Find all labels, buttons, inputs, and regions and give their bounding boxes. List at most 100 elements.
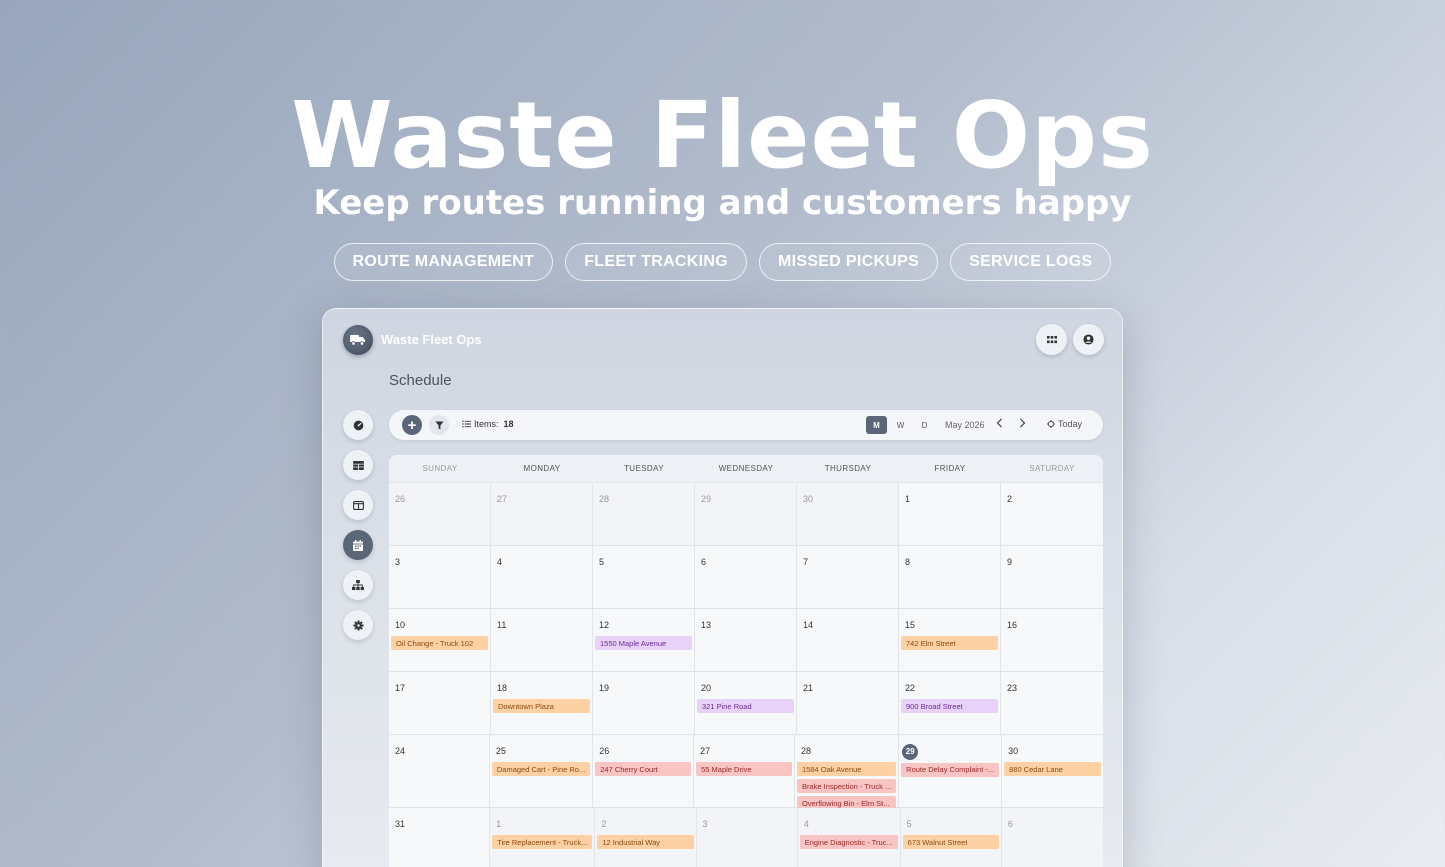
calendar-event[interactable]: 900 Broad Street — [901, 699, 998, 713]
calendar-day[interactable]: 22 900 Broad Street — [899, 672, 1001, 734]
calendar-day[interactable]: 3 — [696, 808, 798, 867]
sidebar-item-hierarchy[interactable] — [343, 570, 373, 600]
account-button[interactable] — [1073, 324, 1104, 355]
calendar-day[interactable]: 13 — [695, 609, 797, 671]
calendar-day[interactable]: 24 — [389, 735, 490, 810]
calendar-day[interactable]: 1 Tire Replacement - Truck... — [490, 808, 596, 867]
prev-month-button[interactable] — [996, 417, 1003, 431]
calendar-day[interactable]: 6 — [1001, 808, 1103, 867]
day-number: 4 — [803, 819, 809, 829]
chevron-right-icon — [1020, 418, 1026, 428]
calendar-day[interactable]: 19 — [593, 672, 695, 734]
sidebar-item-board[interactable] — [343, 490, 373, 520]
calendar-day[interactable]: 17 — [389, 672, 491, 734]
day-number: 22 — [905, 683, 916, 693]
view-week-button[interactable]: W — [890, 416, 911, 434]
calendar-day[interactable]: 5 — [593, 546, 695, 608]
day-number: 31 — [395, 819, 406, 829]
calendar-day[interactable]: 15 742 Elm Street — [899, 609, 1001, 671]
calendar-day[interactable]: 16 — [1001, 609, 1103, 671]
calendar-day[interactable]: 10 Oil Change - Truck 102 — [389, 609, 491, 671]
calendar-day[interactable]: 28 1584 Oak Avenue Brake Inspection - Truc… — [795, 735, 900, 810]
weekday-saturday: SATURDAY — [1029, 464, 1075, 473]
sidebar-item-table[interactable] — [343, 450, 373, 480]
day-number: 28 — [800, 746, 811, 756]
calendar-day[interactable]: 4 — [491, 546, 593, 608]
calendar-day[interactable]: 11 — [491, 609, 593, 671]
calendar-day[interactable]: 2 — [1001, 483, 1103, 545]
filter-button[interactable] — [429, 415, 449, 435]
day-number: 17 — [395, 683, 406, 693]
event-title: 742 Elm Street — [906, 638, 956, 648]
calendar-event[interactable]: Engine Diagnostic - Truc... — [799, 835, 898, 849]
calendar-event[interactable]: 880 Cedar Lane — [1004, 762, 1101, 776]
calendar-event[interactable]: 1584 Oak Avenue — [796, 762, 897, 776]
calendar-day[interactable]: 5 673 Walnut Street — [900, 808, 1002, 867]
calendar-day[interactable]: 29 Route Delay Complaint -... — [899, 735, 1003, 810]
event-title: 1550 Maple Avenue — [600, 638, 667, 648]
calendar-event[interactable]: Tire Replacement - Truck... — [492, 835, 593, 849]
calendar-day[interactable]: 6 — [695, 546, 797, 608]
calendar-day[interactable]: 18 Downtown Plaza — [491, 672, 593, 734]
calendar-event[interactable]: Downtown Plaza — [493, 699, 590, 713]
calendar-day[interactable]: 3 — [389, 546, 491, 608]
calendar-event[interactable]: Route Delay Complaint -... — [901, 762, 1000, 777]
calendar-day[interactable]: 30 880 Cedar Lane — [1002, 735, 1103, 810]
day-number: 5 — [599, 557, 605, 567]
day-number: 11 — [497, 620, 507, 630]
view-month-button[interactable]: M — [866, 416, 887, 434]
calendar-day[interactable]: 30 — [797, 483, 899, 545]
calendar-event[interactable]: 1550 Maple Avenue — [595, 636, 692, 650]
view-day-button[interactable]: D — [914, 416, 935, 434]
calendar-day[interactable]: 25 Damaged Cart - Pine Ro... — [490, 735, 594, 810]
apps-button[interactable] — [1036, 324, 1067, 355]
calendar-event[interactable]: 55 Maple Drive — [696, 762, 792, 776]
pill-route-management: ROUTE MANAGEMENT — [333, 243, 554, 281]
calendar-day[interactable]: 7 — [797, 546, 899, 608]
sidebar-item-dashboard[interactable] — [343, 410, 373, 440]
calendar-event[interactable]: Oil Change - Truck 102 — [391, 636, 488, 650]
event-title: 12 Industrial Way — [602, 837, 661, 847]
calendar-day[interactable]: 23 — [1001, 672, 1103, 734]
calendar-day[interactable]: 4 Engine Diagnostic - Truc... — [797, 808, 901, 867]
next-month-button[interactable] — [1019, 417, 1026, 431]
calendar-day[interactable]: 26 — [389, 483, 491, 545]
day-number: 6 — [701, 557, 707, 567]
calendar-event[interactable]: 673 Walnut Street — [902, 835, 999, 849]
calendar-day[interactable]: 21 — [797, 672, 899, 734]
calendar-event[interactable]: 12 Industrial Way — [597, 835, 694, 849]
day-number: 26 — [599, 746, 610, 756]
sidebar-item-settings[interactable] — [343, 610, 373, 640]
calendar-day[interactable]: 20 321 Pine Road — [695, 672, 797, 734]
app-logo[interactable] — [343, 325, 373, 355]
calendar-event[interactable]: 742 Elm Street — [901, 636, 998, 650]
calendar-event[interactable]: 247 Cherry Court — [595, 762, 692, 776]
calendar-day[interactable]: 9 — [1001, 546, 1103, 608]
calendar-event[interactable]: Damaged Cart - Pine Ro... — [491, 762, 591, 776]
calendar-day[interactable]: 27 — [491, 483, 593, 545]
calendar-day[interactable]: 8 — [899, 546, 1001, 608]
day-number: 8 — [905, 557, 911, 567]
day-number: 25 — [495, 746, 506, 756]
calendar-day[interactable]: 12 1550 Maple Avenue — [593, 609, 695, 671]
calendar-event[interactable]: Brake Inspection - Truck ... — [796, 779, 897, 793]
event-title: Engine Diagnostic - Truc... — [804, 837, 893, 847]
calendar-day[interactable]: 31 — [389, 808, 491, 867]
today-button[interactable]: Today — [1047, 419, 1082, 429]
calendar-day[interactable]: 28 — [593, 483, 695, 545]
calendar-day[interactable]: 2 12 Industrial Way — [595, 808, 697, 867]
day-number: 7 — [803, 557, 809, 567]
grid-icon — [1046, 335, 1057, 343]
calendar-day[interactable]: 27 55 Maple Drive — [694, 735, 795, 810]
calendar-day[interactable]: 14 — [797, 609, 899, 671]
day-number: 21 — [803, 683, 814, 693]
calendar-day[interactable]: 26 247 Cherry Court — [593, 735, 695, 810]
add-button[interactable]: + — [402, 415, 422, 435]
hierarchy-icon — [352, 580, 364, 590]
calendar-day[interactable]: 1 — [899, 483, 1001, 545]
event-title: 1584 Oak Avenue — [801, 764, 862, 774]
calendar-event[interactable]: 321 Pine Road — [697, 699, 794, 713]
calendar-day[interactable]: 29 — [695, 483, 797, 545]
chevron-left-icon — [996, 418, 1002, 428]
sidebar-item-calendar[interactable] — [343, 530, 373, 560]
